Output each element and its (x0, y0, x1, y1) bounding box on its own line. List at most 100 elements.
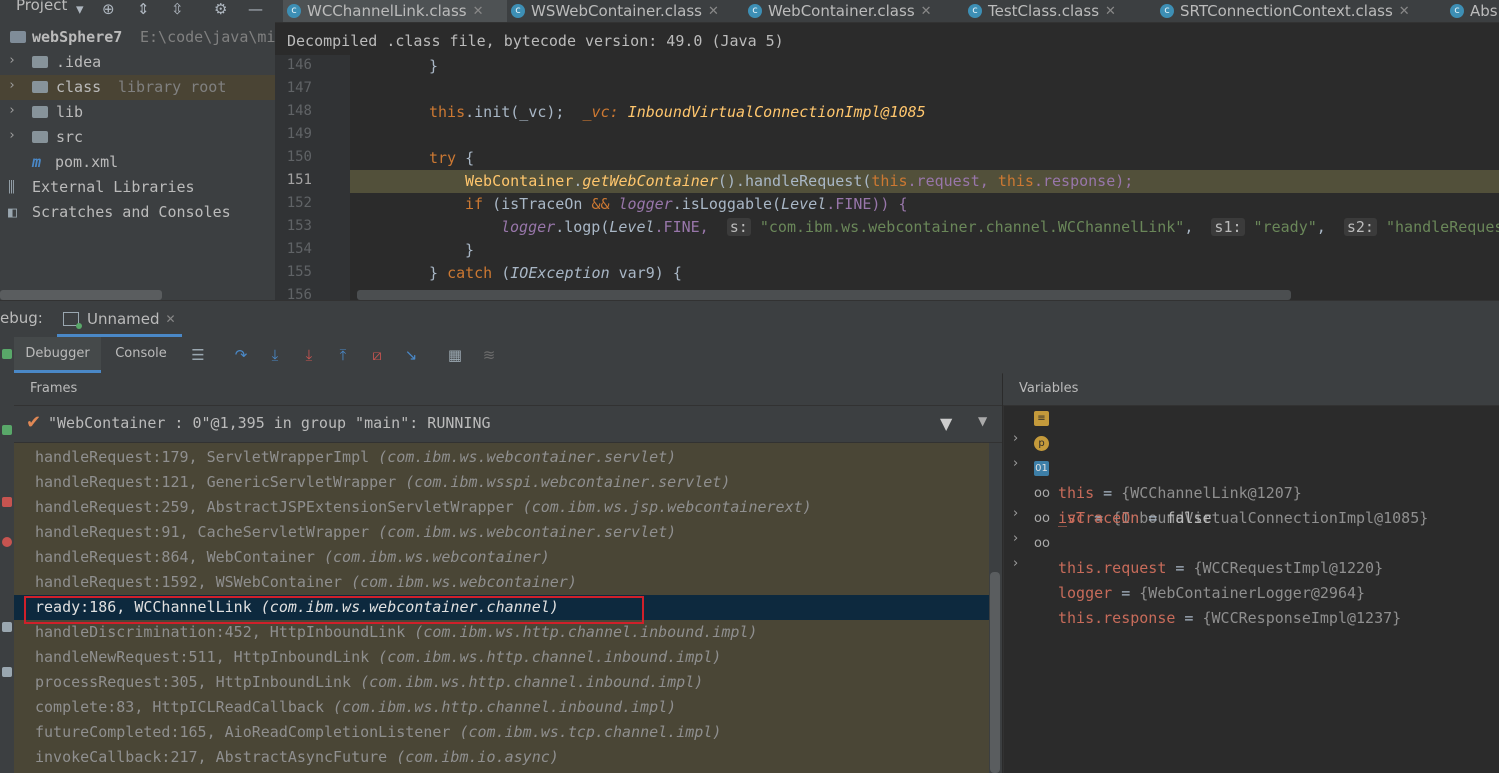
tree-item-external-libraries[interactable]: ⫼ External Libraries (0, 175, 275, 200)
close-icon[interactable]: ✕ (1399, 4, 1410, 19)
line-number: 154 (286, 241, 312, 257)
debug-session-tab[interactable]: Unnamed ✕ (57, 304, 182, 337)
tree-item-websphere7[interactable]: webSphere7 E:\code\java\mi (0, 25, 275, 50)
pin-icon[interactable] (2, 667, 12, 677)
frame-row[interactable]: handleRequest:864, WebContainer (com.ibm… (14, 545, 989, 570)
frame-row[interactable]: handleRequest:259, AbstractJSPExtensionS… (14, 495, 989, 520)
field-icon: ≡ (1034, 411, 1049, 426)
frame-row[interactable]: futureCompleted:165, AioReadCompletionLi… (14, 720, 989, 745)
chevron-down-icon[interactable]: ▼ (978, 414, 987, 428)
project-tree: webSphere7 E:\code\java\mi › .idea › cla… (0, 22, 275, 300)
collapse-all-icon[interactable]: ⇳ (171, 0, 184, 18)
locate-icon[interactable]: ⊕ (102, 0, 115, 18)
chevron-right-icon[interactable]: › (1013, 556, 1018, 571)
variable-row-istraceon[interactable]: 01 isTraceOn = false (1003, 456, 1499, 527)
frames-header (14, 373, 1002, 406)
tree-item-idea[interactable]: › .idea (0, 50, 275, 75)
variable-row-request[interactable]: › oo this.request = {WCCRequestImpl@1220… (1003, 481, 1499, 577)
tab-console[interactable]: Console (104, 337, 178, 370)
project-panel-header: Project ▾ ⊕ ⇕ ⇳ ⚙ — (0, 0, 275, 23)
tree-item-label: .idea (56, 53, 102, 71)
watch-icon: oo (1034, 536, 1050, 551)
line-number: 146 (286, 57, 312, 73)
frame-row[interactable]: complete:83, HttpICLReadCallback (com.ib… (14, 695, 989, 720)
resume-icon[interactable] (2, 425, 12, 435)
line-number: 149 (286, 126, 312, 142)
tree-item-label: lib (56, 103, 84, 121)
frames-scrollbar-thumb[interactable] (990, 572, 1000, 773)
dropdown-icon[interactable]: ▾ (76, 0, 84, 18)
run-to-cursor-icon[interactable]: ↘ (401, 345, 421, 365)
class-icon: c (511, 4, 525, 18)
rerun-icon[interactable] (2, 349, 12, 359)
close-icon[interactable]: ✕ (921, 4, 932, 19)
settings-icon[interactable] (2, 622, 12, 632)
tree-item-lib[interactable]: › lib (0, 100, 275, 125)
breakpoints-icon[interactable] (2, 537, 12, 547)
frame-row[interactable]: processRequest:305, HttpInboundLink (com… (14, 670, 989, 695)
variable-row-response[interactable]: › oo this.response = {WCCResponseImpl@12… (1003, 531, 1499, 627)
force-step-into-icon[interactable]: ⤓ (299, 345, 319, 365)
frame-row[interactable]: invokeCallback:217, AbstractAsyncFuture … (14, 745, 989, 770)
folder-icon (32, 81, 48, 93)
project-tree-scrollbar[interactable] (0, 290, 162, 300)
libraries-icon: ⫼ (8, 178, 15, 196)
variables-title: Variables (1019, 381, 1079, 396)
tab-abs[interactable]: c Abs (1450, 0, 1498, 22)
step-into-icon[interactable]: ⤓ (265, 345, 285, 365)
layout-icon[interactable]: ☰ (188, 345, 208, 365)
watch-icon: oo (1034, 511, 1050, 526)
tree-item-pom[interactable]: m pom.xml (0, 150, 275, 175)
frame-row[interactable]: handleRequest:91, CacheServletWrapper (c… (14, 520, 989, 545)
tab-srtconnectioncontext[interactable]: c SRTConnectionContext.class ✕ (1160, 0, 1410, 22)
selection-highlight-box (24, 596, 644, 624)
close-icon[interactable]: ✕ (708, 4, 719, 19)
chevron-right-icon[interactable]: › (8, 53, 16, 68)
frame-row[interactable]: handleRequest:1592, WSWebContainer (com.… (14, 570, 989, 595)
tree-item-class[interactable]: › class library root (0, 75, 275, 100)
chevron-right-icon[interactable]: › (8, 78, 16, 93)
tab-wcchannellink[interactable]: c WCChannelLink.class ✕ (283, 0, 507, 22)
editor-scrollbar[interactable] (357, 290, 1291, 300)
class-icon: c (1160, 4, 1174, 18)
frame-row[interactable]: handleRequest:179, ServletWrapperImpl (c… (14, 445, 989, 470)
code-line: if (isTraceOn && logger.isLoggable(Level… (465, 195, 908, 213)
class-icon: c (748, 4, 762, 18)
chevron-right-icon[interactable]: › (8, 103, 16, 118)
tab-label: WCChannelLink.class (307, 2, 467, 20)
code-editor[interactable]: } this.init(_vc); _vc: InboundVirtualCon… (350, 55, 1499, 300)
gear-icon[interactable]: ⚙ (214, 0, 227, 18)
tab-wswebcontainer[interactable]: c WSWebContainer.class ✕ (511, 0, 719, 22)
variable-row-vc[interactable]: › p _vc = {InboundVirtualConnectionImpl@… (1003, 431, 1499, 527)
stop-icon[interactable] (2, 497, 12, 507)
close-icon[interactable]: ✕ (166, 312, 176, 326)
evaluate-icon[interactable]: ▦ (445, 345, 465, 365)
tab-testclass[interactable]: c TestClass.class ✕ (968, 0, 1116, 22)
maven-icon: m (32, 153, 42, 171)
line-number: 155 (286, 264, 312, 280)
hide-icon[interactable]: — (248, 0, 263, 18)
drop-frame-icon[interactable]: ⧄ (367, 345, 387, 365)
tree-item-src[interactable]: › src (0, 125, 275, 150)
tab-debugger[interactable]: Debugger (14, 337, 101, 373)
close-icon[interactable]: ✕ (473, 4, 484, 19)
project-panel-title[interactable]: Project (16, 0, 67, 14)
frame-row[interactable]: handleRequest:121, GenericServletWrapper… (14, 470, 989, 495)
tab-webcontainer[interactable]: c WebContainer.class ✕ (748, 0, 932, 22)
editor-tab-bar: c WCChannelLink.class ✕ c WSWebContainer… (275, 0, 1499, 23)
chevron-right-icon[interactable]: › (8, 128, 16, 143)
close-icon[interactable]: ✕ (1105, 4, 1116, 19)
debug-tool-header (0, 300, 1499, 338)
variable-row-this[interactable]: › ≡ this = {WCChannelLink@1207} (1003, 406, 1499, 502)
expand-all-icon[interactable]: ⇕ (137, 0, 150, 18)
tab-label: SRTConnectionContext.class (1180, 2, 1393, 20)
code-line: logger.logp(Level.FINE, s: "com.ibm.ws.w… (501, 218, 1499, 236)
tree-item-scratches[interactable]: ◧ Scratches and Consoles (0, 200, 275, 225)
variable-row-logger[interactable]: › oo logger = {WebContainerLogger@2964} (1003, 506, 1499, 602)
step-over-icon[interactable]: ↷ (231, 345, 251, 365)
trace-icon[interactable]: ≋ (479, 345, 499, 365)
step-out-icon[interactable]: ⤒ (333, 345, 353, 365)
filter-icon[interactable]: ▼ (940, 414, 952, 433)
watch-icon: oo (1034, 486, 1050, 501)
frame-row[interactable]: handleNewRequest:511, HttpInboundLink (c… (14, 645, 989, 670)
